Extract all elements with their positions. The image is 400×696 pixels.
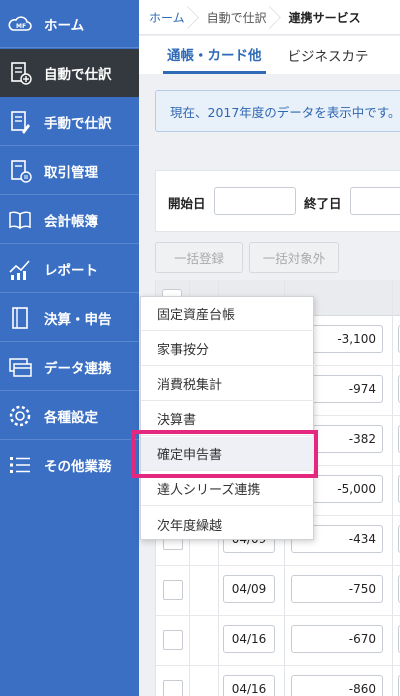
settlement-icon	[7, 305, 33, 331]
tab-bank-card[interactable]: 通帳・カード他	[163, 36, 266, 74]
amount-field[interactable]: -860	[291, 675, 383, 696]
bulk-exclude-button[interactable]: 一括対象外	[249, 242, 339, 273]
settlement-submenu: 固定資産台帳 家事按分 消費税集計 決算書 確定申告書 達人シリーズ連携 次年度…	[140, 296, 315, 541]
svg-text:MF: MF	[16, 23, 26, 30]
menu-item-household-allocation[interactable]: 家事按分	[141, 332, 315, 366]
breadcrumb: ホーム 自動で仕訳 連携サービス	[139, 0, 400, 35]
cloud-icon: MF	[7, 11, 33, 37]
breadcrumb-auto-journal[interactable]: 自動で仕訳	[197, 0, 279, 35]
sidebar-item-label: 取引管理	[44, 164, 98, 181]
data-link-icon	[7, 354, 33, 380]
sidebar-item-label: データ連携	[44, 360, 112, 377]
menu-item-fixed-assets[interactable]: 固定資産台帳	[141, 297, 315, 331]
start-date-input[interactable]	[214, 187, 296, 215]
sidebar-item-label: 会計帳簿	[44, 213, 98, 230]
sidebar-item-label: 手動で仕訳	[44, 115, 112, 132]
menu-item-carry-forward[interactable]: 次年度繰越	[141, 507, 315, 541]
sidebar-item-transactions[interactable]: 取引管理	[0, 147, 139, 195]
sidebar-item-settlement[interactable]: 決算・申告	[0, 294, 139, 342]
breadcrumb-current: 連携サービス	[288, 10, 361, 25]
table-row: 04/16 -860	[156, 667, 400, 696]
menu-item-consumption-tax[interactable]: 消費税集計	[141, 367, 315, 401]
date-field[interactable]: 04/16	[223, 675, 275, 696]
amount-field[interactable]: -670	[291, 625, 383, 653]
fiscal-year-notice: 現在、2017年度のデータを表示中です。	[155, 90, 400, 132]
sidebar-item-label: 決算・申告	[44, 311, 112, 328]
sidebar: MF ホーム 自動で仕訳 手動で仕訳 取引管理 会計帳簿 レポート 決算・申告 …	[0, 0, 139, 696]
sidebar-item-home[interactable]: MF ホーム	[0, 0, 139, 48]
manual-journal-icon	[7, 109, 33, 135]
auto-journal-icon	[7, 60, 33, 86]
date-field[interactable]: 04/16	[223, 625, 275, 653]
tab-business-category[interactable]: ビジネスカテ	[276, 36, 381, 74]
table-row: 04/09 -750	[156, 567, 400, 616]
breadcrumb-home[interactable]: ホーム	[139, 0, 197, 35]
end-date-label: 終了日	[304, 196, 342, 211]
sidebar-item-label: レポート	[44, 262, 98, 279]
sidebar-item-auto-journal[interactable]: 自動で仕訳	[0, 49, 139, 97]
table-row: 04/16 -670	[156, 617, 400, 666]
sidebar-item-other[interactable]: その他業務	[0, 441, 139, 489]
sidebar-item-data-link[interactable]: データ連携	[0, 343, 139, 391]
sidebar-item-report[interactable]: レポート	[0, 245, 139, 293]
amount-field[interactable]: -750	[291, 575, 383, 603]
start-date-label: 開始日	[168, 196, 206, 211]
sidebar-item-settings[interactable]: 各種設定	[0, 392, 139, 440]
transaction-icon	[7, 158, 33, 184]
sidebar-item-ledger[interactable]: 会計帳簿	[0, 196, 139, 244]
sidebar-item-label: ホーム	[44, 17, 85, 34]
sidebar-item-label: 自動で仕訳	[44, 67, 112, 83]
sidebar-item-label: 各種設定	[44, 409, 98, 426]
row-checkbox[interactable]	[163, 580, 183, 600]
tab-bar: 通帳・カード他 ビジネスカテ	[139, 36, 400, 74]
row-checkbox[interactable]	[163, 680, 183, 696]
end-date-input[interactable]	[350, 187, 400, 215]
date-field[interactable]: 04/09	[223, 575, 275, 603]
gear-icon	[7, 403, 33, 429]
list-icon	[7, 452, 33, 478]
highlight-annotation	[131, 430, 318, 478]
sidebar-item-label: その他業務	[44, 459, 112, 475]
date-filter: 開始日 終了日	[155, 170, 400, 232]
row-checkbox[interactable]	[163, 630, 183, 650]
chart-icon	[7, 256, 33, 282]
book-icon	[7, 207, 33, 233]
sidebar-item-manual-journal[interactable]: 手動で仕訳	[0, 98, 139, 146]
bulk-register-button[interactable]: 一括登録	[155, 242, 243, 273]
